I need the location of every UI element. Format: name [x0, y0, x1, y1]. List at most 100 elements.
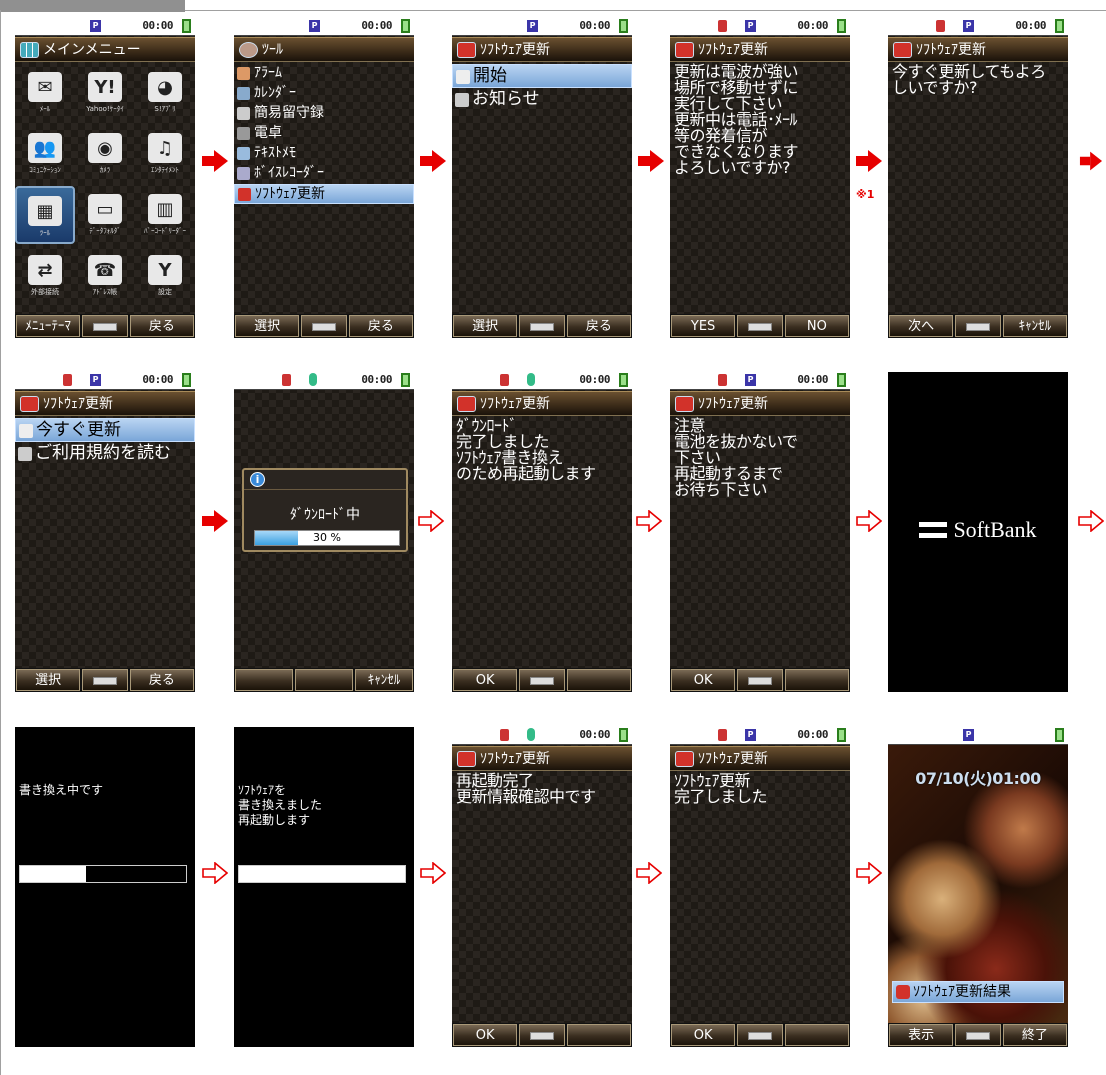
softkey-center[interactable] [519, 315, 565, 337]
status-time: 00:00 [579, 373, 610, 386]
softkey-center[interactable] [301, 315, 347, 337]
screen-downloading: 00:00 i ﾀﾞｳﾝﾛｰﾄﾞ中 30 % ｷｬﾝｾﾙ [234, 372, 414, 692]
message-text: ｿﾌﾄｳｪｱを 書き換えました 再起動します [238, 783, 323, 827]
menu-item-camera[interactable]: ◉ ｶﾒﾗ [75, 125, 135, 183]
list-item-notice[interactable]: お知らせ [452, 88, 632, 112]
list-item-calendar[interactable]: ｶﾚﾝﾀﾞｰ [234, 84, 414, 104]
softkey-cancel[interactable]: ｷｬﾝｾﾙ [355, 669, 413, 691]
list-item-software-update[interactable]: ｿﾌﾄｳｪｱ更新 [234, 184, 414, 204]
menu-item-external[interactable]: ⇄ 外部接続 [15, 247, 75, 305]
softkey-yes[interactable]: YES [671, 315, 736, 337]
softkey-center[interactable] [955, 1024, 1001, 1046]
list-item-answering[interactable]: 簡易留守録 [234, 104, 414, 124]
softkey-right[interactable]: 戻る [348, 315, 413, 337]
status-time: 00:00 [797, 728, 828, 741]
menu-item-settings[interactable]: Y 設定 [135, 247, 195, 305]
softkey-display[interactable]: 表示 [889, 1024, 954, 1046]
bag-icon [500, 729, 509, 741]
softkey-right[interactable]: 戻る [566, 315, 631, 337]
download-indicator-icon [527, 728, 535, 741]
screen-update-finished: P 00:00 ｿﾌﾄｳｪｱ更新 ｿﾌﾄｳｪｱ更新 完了しました OK [670, 727, 850, 1047]
bag-icon [282, 374, 291, 386]
menu-item-barcode[interactable]: ▥ ﾊﾞｰｺｰﾄﾞﾘｰﾀﾞｰ [135, 186, 195, 244]
list-item-alarm[interactable]: ｱﾗｰﾑ [234, 64, 414, 84]
page-title: ｿﾌﾄｳｪｱ更新 [480, 751, 550, 767]
menu-item-data-folder[interactable]: ▭ ﾃﾞｰﾀﾌｫﾙﾀﾞ [75, 186, 135, 244]
screen-standby-result: P 07/10(火)01:00 ｿﾌﾄｳｪｱ更新結果 表示 終了 [888, 727, 1068, 1047]
softkey-no[interactable]: NO [784, 315, 849, 337]
menu-item-label: Yahoo!ｹｰﾀｲ [86, 105, 124, 113]
menu-item-mail[interactable]: ✉ ﾒｰﾙ [15, 64, 75, 122]
screen-caution: P 00:00 ｿﾌﾄｳｪｱ更新 注意 電池を抜かないで 下さい 再起動するまで… [670, 372, 850, 692]
list-item-read-terms[interactable]: ご利用規約を読む [15, 442, 195, 466]
list-item-update-now[interactable]: 今すぐ更新 [15, 418, 195, 442]
softkey-center[interactable] [737, 315, 783, 337]
arrow-right-icon [202, 150, 228, 172]
softkey-center[interactable] [737, 669, 783, 691]
battery-icon [1055, 728, 1064, 742]
softkey-ok[interactable]: OK [453, 1024, 518, 1046]
camera-icon: ◉ [88, 133, 122, 163]
p-icon: P [527, 20, 538, 32]
softkey-center[interactable] [737, 1024, 783, 1046]
softkey-left[interactable]: 選択 [235, 315, 300, 337]
menu-grid-icon [20, 42, 39, 58]
softkey-left[interactable]: 選択 [453, 315, 518, 337]
status-bar: 00:00 [452, 372, 632, 390]
menu-item-apps[interactable]: ◕ S!ｱﾌﾟﾘ [135, 64, 195, 122]
status-time: 00:00 [797, 19, 828, 32]
list-item-calculator[interactable]: 電卓 [234, 124, 414, 144]
message-text: ﾀﾞｳﾝﾛｰﾄﾞ 完了しました ｿﾌﾄｳｪｱ書き換え のため再起動します [456, 416, 596, 483]
softkey-right [784, 1024, 849, 1046]
p-icon: P [963, 20, 974, 32]
menu-item-yahoo[interactable]: Y! Yahoo!ｹｰﾀｲ [75, 64, 135, 122]
menu-item-communication[interactable]: 👥 ｺﾐｭﾆｹｰｼｮﾝ [15, 125, 75, 183]
softkey-ok[interactable]: OK [453, 669, 518, 691]
answering-icon [237, 107, 250, 120]
list-item-start[interactable]: 開始 [452, 64, 632, 88]
softkey-exit[interactable]: 終了 [1002, 1024, 1067, 1046]
page-title: ｿﾌﾄｳｪｱ更新 [698, 396, 768, 412]
update-result-item[interactable]: ｿﾌﾄｳｪｱ更新結果 [892, 981, 1064, 1003]
list-item-text-memo[interactable]: ﾃｷｽﾄﾒﾓ [234, 144, 414, 164]
softkey-center[interactable] [955, 315, 1001, 337]
softkey-center[interactable] [519, 669, 565, 691]
alarm-icon [237, 67, 250, 80]
screen-restart-complete: 00:00 ｿﾌﾄｳｪｱ更新 再起動完了 更新情報確認中です OK [452, 727, 632, 1047]
softkey-center[interactable] [82, 669, 128, 691]
softbank-logo: SoftBank [888, 517, 1068, 543]
softkey-left[interactable]: 選択 [16, 669, 81, 691]
menu-item-label: ｶﾒﾗ [99, 166, 111, 174]
softkey-ok[interactable]: OK [671, 1024, 736, 1046]
menu-item-addressbook[interactable]: ☎ ｱﾄﾞﾚｽ帳 [75, 247, 135, 305]
bag-icon [718, 374, 727, 386]
softkey-ok[interactable]: OK [671, 669, 736, 691]
softkey-center[interactable] [519, 1024, 565, 1046]
battery-icon [182, 19, 191, 33]
outline-arrow-right-icon [420, 862, 446, 884]
info-icon: i [250, 472, 265, 487]
update-icon [457, 42, 476, 58]
standby-clock: 07/10(火)01:00 [915, 769, 1041, 788]
menu-item-label: 外部接続 [31, 288, 59, 296]
screen-update-start: P 00:00 ｿﾌﾄｳｪｱ更新 開始 お知らせ 選択 戻る [452, 18, 632, 338]
softkey-center[interactable] [82, 315, 128, 337]
menu-item-entertainment[interactable]: ♫ ｴﾝﾀﾃｲﾒﾝﾄ [135, 125, 195, 183]
battery-icon [182, 373, 191, 387]
status-bar: P 00:00 [234, 18, 414, 36]
outline-arrow-right-icon [856, 862, 882, 884]
softkey-left[interactable]: ﾒﾆｭｰﾃｰﾏ [16, 315, 81, 337]
number-2-icon [455, 93, 469, 107]
softkey-next[interactable]: 次へ [889, 315, 954, 337]
softkey-cancel[interactable]: ｷｬﾝｾﾙ [1002, 315, 1067, 337]
menu-item-label: ﾒｰﾙ [39, 105, 51, 113]
status-time: 00:00 [361, 19, 392, 32]
status-time: 00:00 [142, 19, 173, 32]
outline-arrow-right-icon [1078, 510, 1104, 532]
softkey-right[interactable]: 戻る [129, 669, 194, 691]
list-item-voice-recorder[interactable]: ﾎﾞｲｽﾚｺｰﾀﾞｰ [234, 164, 414, 184]
dialog-message: ﾀﾞｳﾝﾛｰﾄﾞ中 [290, 507, 360, 523]
menu-item-tools[interactable]: ▦ ﾂｰﾙ [15, 186, 75, 244]
screen-update-confirm: P 00:00 ｿﾌﾄｳｪｱ更新 今すぐ更新してもよろ しいですか? 次へ ｷｬ… [888, 18, 1068, 338]
softkey-right[interactable]: 戻る [129, 315, 194, 337]
